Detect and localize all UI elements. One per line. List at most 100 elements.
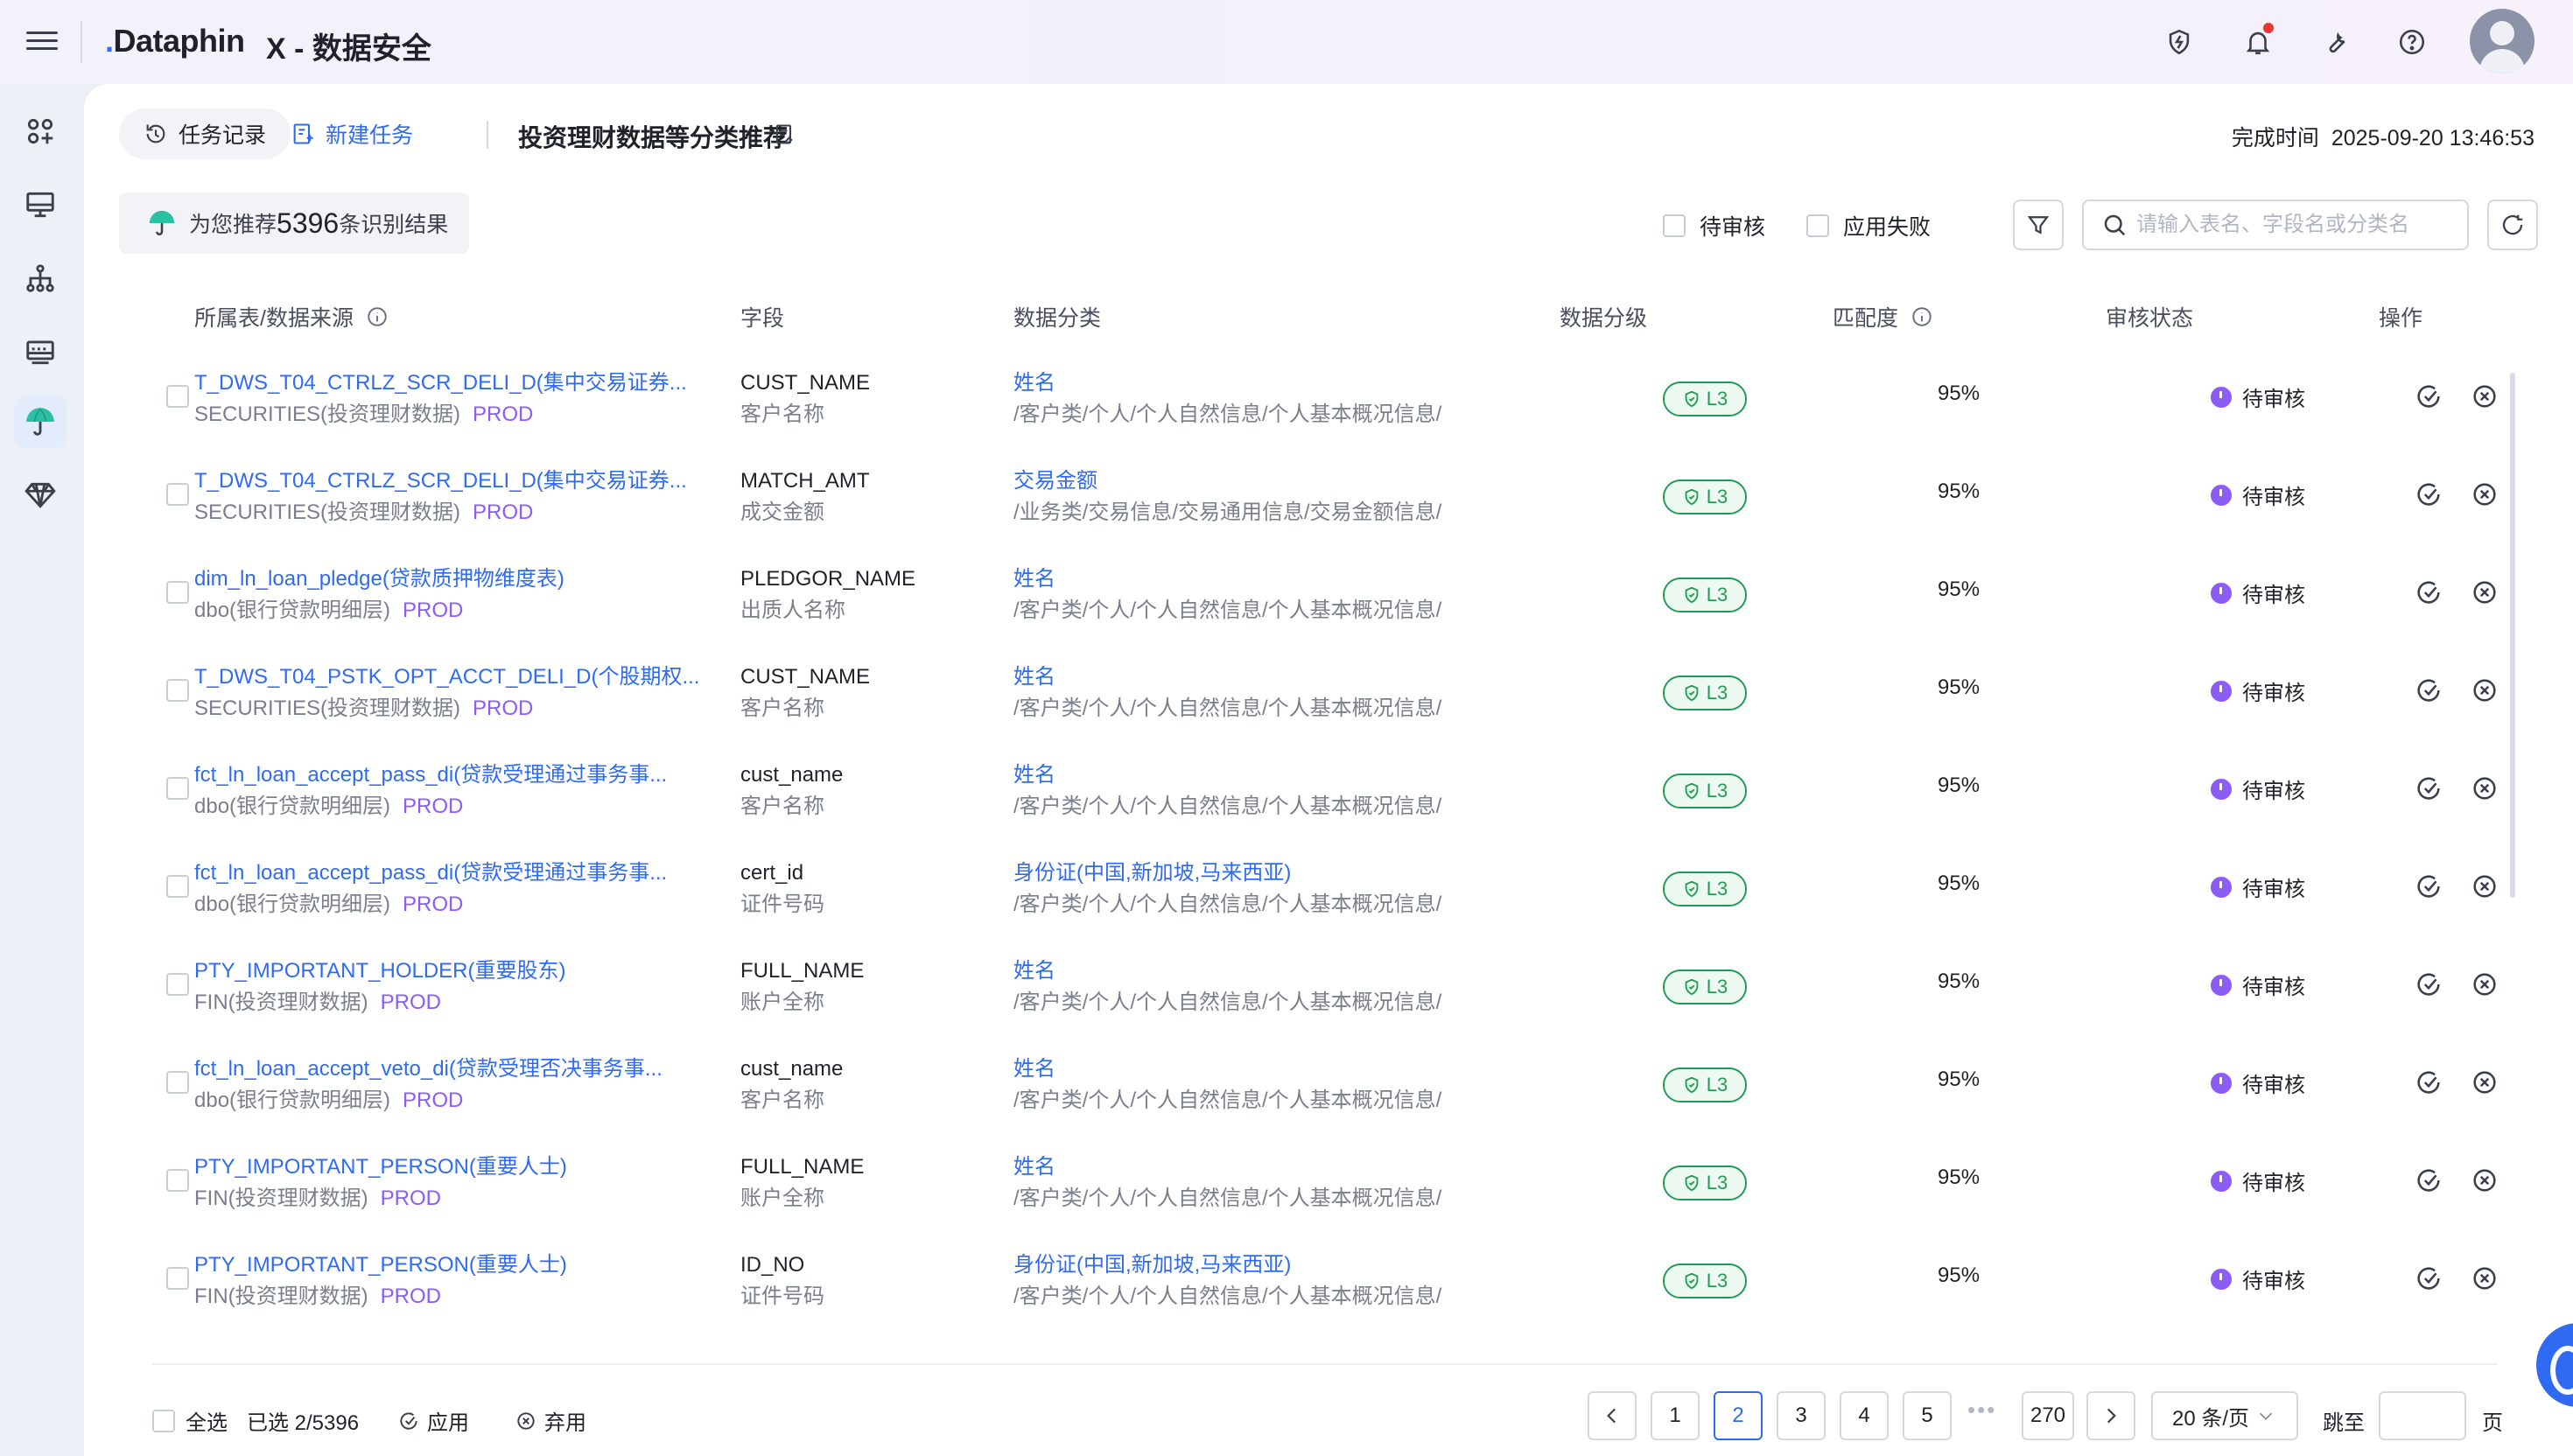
category-link[interactable]: 姓名 — [1013, 1152, 1441, 1183]
row-checkbox[interactable] — [166, 777, 189, 800]
table-name-link[interactable]: T_DWS_T04_CTRLZ_SCR_DELI_D(集中交易证券... — [194, 466, 687, 497]
umbrella-icon[interactable] — [14, 396, 67, 448]
table-name-link[interactable]: T_DWS_T04_PSTK_OPT_ACCT_DELI_D(个股期权... — [194, 662, 699, 693]
approve-icon[interactable] — [2414, 676, 2443, 705]
page-1[interactable]: 1 — [1651, 1391, 1700, 1440]
help-icon[interactable] — [2394, 24, 2429, 60]
menu-icon[interactable] — [26, 26, 58, 58]
server-icon[interactable] — [19, 331, 61, 373]
reject-icon[interactable] — [2470, 1068, 2499, 1097]
select-all[interactable]: 全选 — [152, 1405, 228, 1436]
filter-button[interactable] — [2013, 200, 2064, 250]
approve-icon[interactable] — [2414, 480, 2443, 509]
category-link[interactable]: 身份证(中国,新加坡,马来西亚) — [1013, 1250, 1441, 1281]
approve-icon[interactable] — [2414, 774, 2443, 803]
edit-doc-icon[interactable] — [772, 122, 796, 147]
task-history-button[interactable]: 任务记录 — [119, 108, 291, 159]
approve-icon[interactable] — [2414, 578, 2443, 607]
bell-icon[interactable] — [2240, 23, 2275, 60]
task-history-label: 任务记录 — [179, 123, 267, 148]
page-5[interactable]: 5 — [1903, 1391, 1952, 1440]
row-checkbox[interactable] — [166, 973, 189, 996]
category-link[interactable]: 姓名 — [1013, 564, 1441, 595]
failed-filter[interactable]: 应用失败 — [1806, 210, 1931, 242]
select-all-checkbox[interactable] — [152, 1409, 175, 1432]
info-icon[interactable] — [366, 305, 389, 328]
field-cell: cust_name 客户名称 — [740, 1054, 843, 1116]
jump-page-input[interactable] — [2379, 1391, 2466, 1440]
hierarchy-icon[interactable] — [19, 257, 61, 299]
table-name-link[interactable]: T_DWS_T04_CTRLZ_SCR_DELI_D(集中交易证券... — [194, 368, 687, 399]
category-link[interactable]: 姓名 — [1013, 662, 1441, 693]
table-name-link[interactable]: PTY_IMPORTANT_PERSON(重要人士) — [194, 1152, 567, 1183]
approve-icon[interactable] — [2414, 872, 2443, 901]
category-link[interactable]: 姓名 — [1013, 1054, 1441, 1085]
failed-checkbox[interactable] — [1806, 214, 1829, 237]
table-name-link[interactable]: PTY_IMPORTANT_HOLDER(重要股东) — [194, 956, 566, 987]
table-name-link[interactable]: PTY_IMPORTANT_PERSON(重要人士) — [194, 1250, 567, 1281]
table-name-link[interactable]: fct_ln_loan_accept_pass_di(贷款受理通过事务事... — [194, 760, 667, 791]
page-2[interactable]: 2 — [1714, 1391, 1763, 1440]
row-checkbox[interactable] — [166, 1267, 189, 1290]
row-checkbox[interactable] — [166, 385, 189, 408]
category-link[interactable]: 身份证(中国,新加坡,马来西亚) — [1013, 858, 1441, 889]
row-checkbox[interactable] — [166, 875, 189, 898]
pending-checkbox[interactable] — [1663, 214, 1686, 237]
page-ellipsis[interactable]: ••• — [1967, 1396, 1996, 1424]
field-cn-name: 客户名称 — [740, 696, 824, 720]
discard-button[interactable]: 弃用 — [515, 1405, 586, 1436]
col-level: 数据分级 — [1560, 306, 1648, 331]
row-checkbox[interactable] — [166, 679, 189, 702]
reject-icon[interactable] — [2470, 676, 2499, 705]
page-size-select[interactable]: 20 条/页 — [2151, 1391, 2298, 1440]
approve-icon[interactable] — [2414, 1264, 2443, 1293]
row-checkbox[interactable] — [166, 1169, 189, 1192]
dataphin-logo[interactable]: .Dataphin — [105, 23, 245, 60]
info-icon[interactable] — [1910, 305, 1933, 328]
sidebar — [0, 84, 82, 1456]
reject-icon[interactable] — [2470, 872, 2499, 901]
reject-icon[interactable] — [2470, 480, 2499, 509]
reject-icon[interactable] — [2470, 1264, 2499, 1293]
category-link[interactable]: 交易金额 — [1013, 466, 1441, 497]
category-link[interactable]: 姓名 — [1013, 956, 1441, 987]
next-page-button[interactable] — [2086, 1391, 2135, 1440]
reject-icon[interactable] — [2470, 578, 2499, 607]
approve-icon[interactable] — [2414, 382, 2443, 411]
reject-icon[interactable] — [2470, 970, 2499, 999]
avatar[interactable] — [2470, 9, 2534, 74]
category-link[interactable]: 姓名 — [1013, 368, 1441, 399]
vertical-scrollbar[interactable] — [2510, 373, 2515, 898]
table-name-link[interactable]: dim_ln_loan_pledge(贷款质押物维度表) — [194, 564, 564, 595]
approve-icon[interactable] — [2414, 1166, 2443, 1195]
wrench-icon[interactable] — [2317, 24, 2352, 60]
diamond-icon[interactable] — [19, 474, 61, 516]
row-checkbox[interactable] — [166, 581, 189, 604]
monitor-icon[interactable] — [19, 184, 61, 226]
table-cell: fct_ln_loan_accept_pass_di(贷款受理通过事务事... d… — [194, 760, 667, 822]
search-box[interactable] — [2082, 200, 2469, 250]
shield-bolt-icon[interactable] — [2162, 24, 2197, 60]
approve-icon[interactable] — [2414, 970, 2443, 999]
page-3[interactable]: 3 — [1777, 1391, 1826, 1440]
prev-page-button[interactable] — [1588, 1391, 1637, 1440]
row-checkbox[interactable] — [166, 1071, 189, 1094]
reject-icon[interactable] — [2470, 774, 2499, 803]
page-4[interactable]: 4 — [1840, 1391, 1889, 1440]
search-input[interactable] — [2136, 213, 2451, 237]
page-last[interactable]: 270 — [2022, 1391, 2074, 1440]
table-row: PTY_IMPORTANT_HOLDER(重要股东) FIN(投资理财数据) PRO… — [152, 936, 2498, 1034]
category-link[interactable]: 姓名 — [1013, 760, 1441, 791]
refresh-button[interactable] — [2487, 200, 2538, 250]
reject-icon[interactable] — [2470, 382, 2499, 411]
new-task-button[interactable]: 新建任务 — [291, 108, 413, 159]
apply-button[interactable]: 应用 — [397, 1405, 469, 1436]
reject-icon[interactable] — [2470, 1166, 2499, 1195]
table-name-link[interactable]: fct_ln_loan_accept_veto_di(贷款受理否决事务事... — [194, 1054, 663, 1085]
level-label: L3 — [1706, 878, 1728, 900]
approve-icon[interactable] — [2414, 1068, 2443, 1097]
table-name-link[interactable]: fct_ln_loan_accept_pass_di(贷款受理通过事务事... — [194, 858, 667, 889]
pending-filter[interactable]: 待审核 — [1663, 210, 1765, 242]
row-checkbox[interactable] — [166, 483, 189, 506]
apps-icon[interactable] — [19, 110, 61, 152]
